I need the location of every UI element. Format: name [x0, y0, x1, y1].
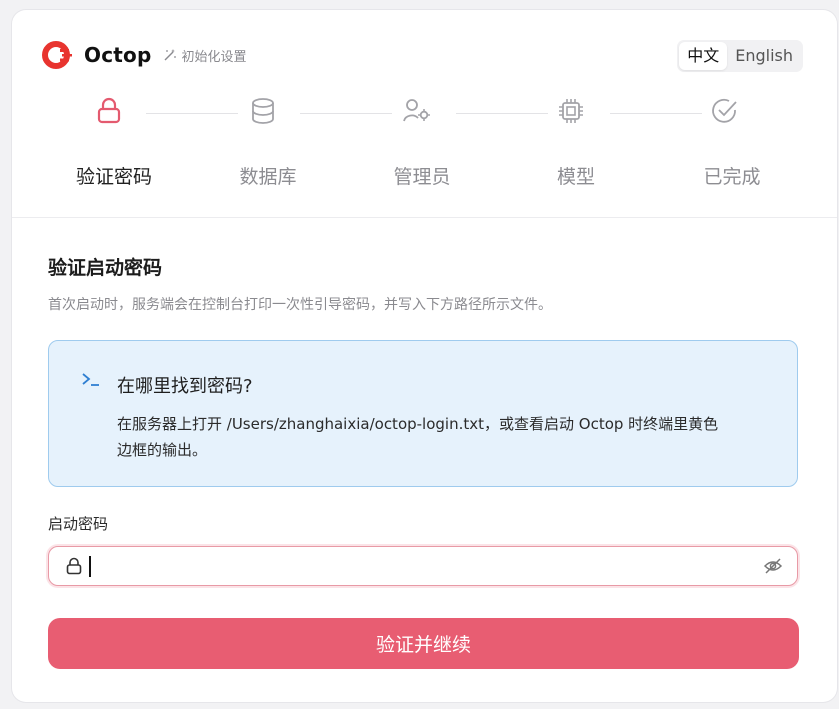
step-label-admin: 管理员	[393, 166, 451, 188]
section-description: 首次启动时，服务端会在控制台打印一次性引导密码，并写入下方路径所示文件。	[48, 297, 552, 313]
step-1-lock-icon	[94, 96, 124, 126]
step-connector	[146, 113, 238, 114]
section-title: 验证启动密码	[48, 257, 163, 279]
step-connector	[610, 113, 702, 114]
info-body-line-2: 边框的输出。	[117, 441, 208, 459]
step-label-verify: 验证密码	[75, 166, 152, 188]
info-body: 在服务器上打开 /Users/zhanghaixia/octop-login.t…	[117, 411, 777, 463]
step-5-check-icon	[710, 96, 740, 126]
eye-off-icon[interactable]	[763, 557, 783, 575]
password-field[interactable]	[48, 546, 798, 586]
step-4-chip-icon	[556, 96, 586, 126]
setup-card: Octop 初始化设置 中文 English 验证密码 数据库 管理员 模型 已…	[12, 10, 837, 702]
step-label-database: 数据库	[239, 166, 297, 188]
step-connector	[300, 113, 392, 114]
magic-wand-icon	[164, 49, 177, 61]
setup-subtitle: 初始化设置	[163, 46, 247, 65]
text-caret	[89, 556, 91, 577]
section-header: 验证启动密码 首次启动时，服务端会在控制台打印一次性引导密码，并写入下方路径所示…	[48, 253, 800, 314]
setup-subtitle-text: 初始化设置	[181, 49, 247, 65]
info-title: 在哪里找到密码?	[117, 376, 253, 397]
brand: Octop 初始化设置	[42, 40, 247, 70]
lang-chinese-button[interactable]: 中文	[679, 42, 728, 70]
password-location-info: 在哪里找到密码? 在服务器上打开 /Users/zhanghaixia/octo…	[48, 340, 798, 487]
info-body-line-1: 在服务器上打开 /Users/zhanghaixia/octop-login.t…	[117, 415, 719, 433]
step-connector	[456, 113, 548, 114]
terminal-prompt-icon	[82, 373, 99, 386]
octop-logo-icon	[42, 41, 72, 69]
setup-header: Octop 初始化设置 中文 English 验证密码 数据库 管理员 模型 已…	[12, 10, 837, 218]
step-3-admin-icon	[402, 96, 432, 126]
step-label-model: 模型	[556, 166, 595, 188]
language-switcher: 中文 English	[677, 40, 803, 72]
step-label-done: 已完成	[703, 166, 761, 188]
lock-icon	[66, 557, 82, 575]
password-input[interactable]	[89, 553, 753, 581]
app-name: Octop	[84, 43, 152, 67]
step-2-database-icon	[248, 96, 278, 126]
verify-continue-button[interactable]: 验证并继续	[48, 618, 799, 669]
password-label: 启动密码	[48, 515, 109, 533]
lang-english-button[interactable]: English	[727, 42, 801, 70]
